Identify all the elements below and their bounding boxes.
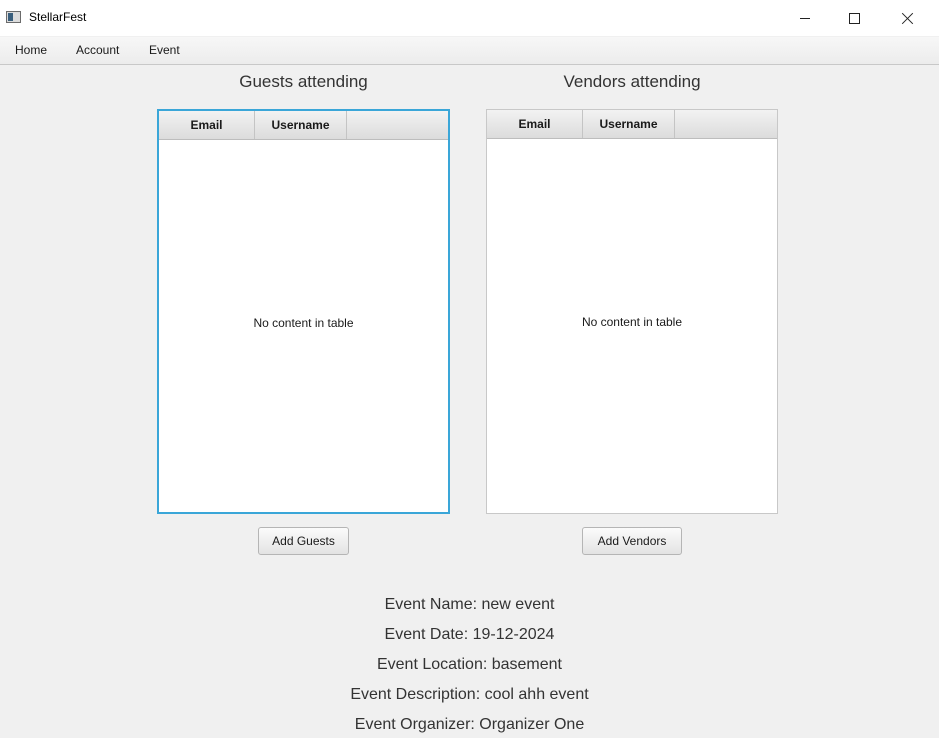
guests-empty-message: No content in table bbox=[253, 316, 354, 330]
menu-account[interactable]: Account bbox=[76, 43, 119, 57]
guests-heading: Guests attending bbox=[239, 72, 368, 91]
guests-column-username[interactable]: Username bbox=[255, 111, 347, 139]
vendors-empty-message: No content in table bbox=[581, 315, 683, 329]
close-icon bbox=[902, 12, 914, 24]
vendors-column-filler bbox=[675, 110, 777, 138]
title-bar[interactable]: StellarFest bbox=[0, 0, 939, 36]
minimize-icon bbox=[800, 17, 810, 19]
guests-table-header: Email Username bbox=[159, 111, 448, 140]
maximize-icon bbox=[848, 12, 860, 24]
menu-home[interactable]: Home bbox=[15, 43, 47, 57]
guests-column-filler bbox=[347, 111, 448, 139]
app-icon bbox=[6, 11, 21, 23]
vendors-column-username[interactable]: Username bbox=[583, 110, 675, 138]
event-description-label: Event Description: cool ahh event bbox=[350, 686, 589, 703]
event-date-label: Event Date: 19-12-2024 bbox=[384, 626, 555, 643]
close-button[interactable] bbox=[885, 0, 931, 36]
guests-table[interactable]: Email Username No content in table bbox=[157, 109, 450, 514]
event-name-label: Event Name: new event bbox=[384, 596, 555, 613]
event-location-label: Event Location: basement bbox=[376, 656, 562, 673]
minimize-button[interactable] bbox=[782, 0, 828, 36]
vendors-table-header: Email Username bbox=[487, 110, 777, 139]
menu-bar: Home Account Event bbox=[0, 37, 939, 65]
event-organizer-label: Event Organizer: Organizer One bbox=[354, 716, 585, 733]
add-guests-button[interactable]: Add Guests bbox=[258, 527, 349, 555]
app-window: StellarFest Home Account Event Guests at… bbox=[0, 0, 939, 738]
vendors-table[interactable]: Email Username No content in table bbox=[486, 109, 778, 514]
guests-column-email[interactable]: Email bbox=[159, 111, 255, 139]
vendors-heading: Vendors attending bbox=[563, 72, 701, 91]
vendors-column-email[interactable]: Email bbox=[487, 110, 583, 138]
menu-event[interactable]: Event bbox=[149, 43, 180, 57]
window-title: StellarFest bbox=[29, 10, 87, 24]
maximize-button[interactable] bbox=[831, 0, 877, 36]
add-vendors-button[interactable]: Add Vendors bbox=[582, 527, 682, 555]
